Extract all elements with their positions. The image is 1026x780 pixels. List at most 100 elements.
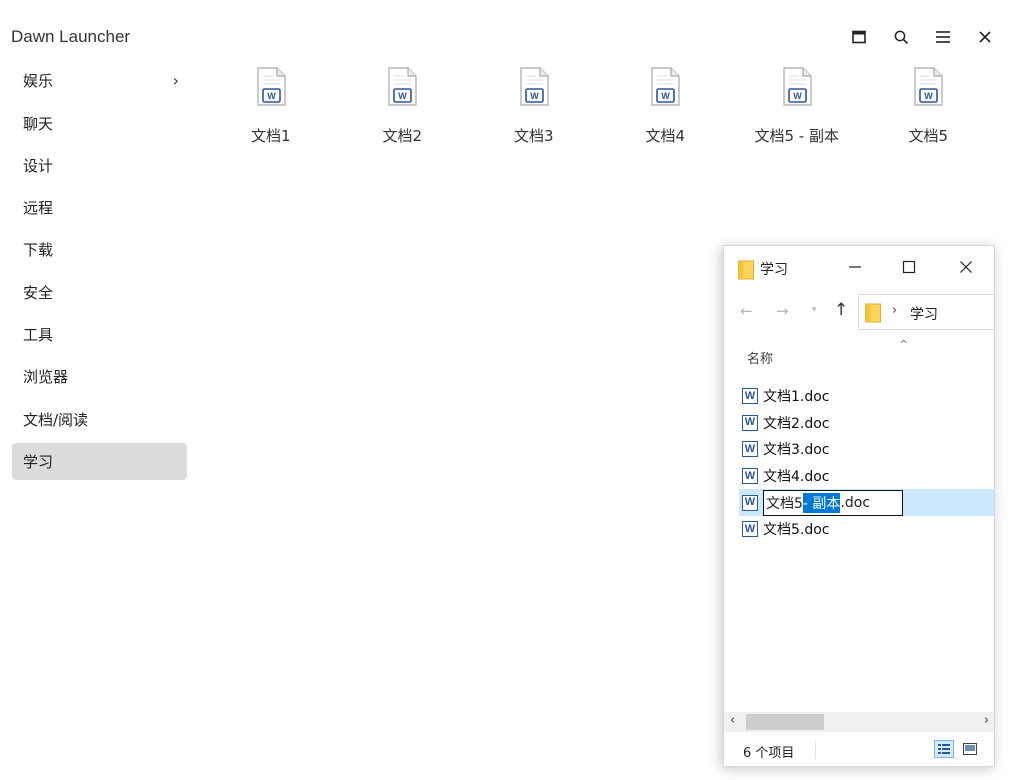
sidebar-item-label: 浏览器 — [23, 368, 69, 387]
file-row-renaming[interactable]: W 文档5 - 副本 .doc — [739, 489, 994, 516]
maximize-button[interactable] — [896, 255, 922, 279]
sidebar-item[interactable]: 工具 — [12, 316, 187, 354]
document-tile[interactable]: W 文档5 - 副本 — [731, 67, 863, 146]
rename-text-after: .doc — [840, 494, 871, 511]
search-button[interactable] — [890, 26, 912, 48]
close-button[interactable] — [974, 26, 996, 48]
word-document-icon: W — [520, 67, 549, 106]
sidebar-item-label: 聊天 — [23, 114, 54, 133]
svg-text:W: W — [662, 91, 671, 101]
status-bar: 6 个项目 — [724, 732, 994, 766]
svg-text:W: W — [530, 91, 539, 101]
file-row[interactable]: W 文档1.doc — [742, 383, 994, 410]
hamburger-menu-icon — [936, 31, 950, 43]
word-document-icon: W — [388, 67, 417, 106]
close-icon — [960, 261, 972, 273]
maximize-icon — [902, 260, 916, 274]
forward-arrow-icon[interactable]: → — [776, 302, 789, 320]
file-name: 文档4.doc — [763, 469, 830, 486]
sidebar-item[interactable]: 远程 — [12, 189, 187, 227]
sidebar-item[interactable]: 文档/阅读 — [12, 400, 187, 438]
large-icons-view-icon — [963, 743, 977, 755]
file-row[interactable]: W 文档5.doc — [742, 516, 994, 543]
document-tile[interactable]: W 文档2 — [337, 67, 469, 146]
item-grid: W 文档1 W 文档2 W 文档3 W 文档4 W 文档5 - 副本 W 文档5 — [205, 67, 994, 146]
sidebar-item[interactable]: 设计 — [12, 147, 187, 185]
sidebar-item-label: 娱乐 — [23, 72, 54, 91]
file-explorer-window: 学习 ← → ▾ ↑ › 学习 ^ 名称 W 文档1.doc W 文档2.doc — [723, 245, 995, 767]
document-tile[interactable]: W 文档5 — [863, 67, 995, 146]
address-bar[interactable]: › 学习 — [858, 294, 994, 330]
rename-text-selected: - 副本 — [802, 492, 841, 513]
menu-button[interactable] — [932, 26, 954, 48]
file-name: 文档1.doc — [763, 389, 830, 406]
details-view-icon — [938, 744, 950, 754]
window-controls — [848, 26, 996, 48]
document-tile-label: 文档5 — [908, 127, 949, 145]
file-list: W 文档1.doc W 文档2.doc W 文档3.doc W 文档4.doc … — [739, 383, 994, 543]
search-icon — [894, 30, 908, 44]
document-tile[interactable]: W 文档4 — [600, 67, 732, 146]
back-arrow-icon[interactable]: ← — [740, 302, 753, 320]
file-row[interactable]: W 文档3.doc — [742, 436, 994, 463]
details-view-button[interactable] — [934, 740, 954, 758]
word-doc-icon: W — [742, 388, 758, 405]
horizontal-scrollbar[interactable]: ‹ › — [724, 712, 994, 732]
document-tile-label: 文档1 — [250, 127, 291, 145]
file-name: 文档2.doc — [763, 415, 830, 432]
word-doc-icon: W — [742, 468, 758, 485]
scroll-left-icon[interactable]: ‹ — [730, 713, 735, 728]
word-doc-icon: W — [742, 494, 758, 511]
sort-caret-icon: ^ — [899, 338, 909, 351]
column-header-name[interactable]: 名称 — [747, 348, 773, 367]
item-count: 6 个项目 — [743, 746, 795, 761]
document-tile-label: 文档4 — [645, 127, 686, 145]
app-title: Dawn Launcher — [11, 27, 131, 46]
file-name: 文档5.doc — [763, 522, 830, 539]
explorer-nav-bar: ← → ▾ ↑ › 学习 — [724, 294, 994, 330]
maximize-button[interactable] — [848, 26, 870, 48]
explorer-titlebar[interactable]: 学习 — [724, 246, 994, 290]
recent-locations-chevron-icon[interactable]: ▾ — [812, 305, 817, 315]
sidebar-item[interactable]: 下载 — [12, 231, 187, 269]
svg-text:W: W — [267, 91, 276, 101]
rename-input[interactable]: 文档5 - 副本 .doc — [763, 489, 903, 516]
document-tile[interactable]: W 文档3 — [468, 67, 600, 146]
address-path: 学习 — [910, 307, 938, 323]
sidebar-item-label: 学习 — [23, 452, 54, 471]
breadcrumb-separator-icon: › — [892, 303, 898, 318]
chevron-right-icon[interactable]: › — [173, 71, 179, 90]
word-doc-icon: W — [742, 521, 758, 538]
explorer-title: 学习 — [760, 262, 788, 278]
document-tile[interactable]: W 文档1 — [205, 67, 337, 146]
sidebar-item[interactable]: 安全 — [12, 273, 187, 311]
document-tile-label: 文档2 — [382, 127, 423, 145]
file-row[interactable]: W 文档4.doc — [742, 463, 994, 490]
scrollbar-thumb[interactable] — [746, 714, 824, 730]
status-divider — [815, 741, 816, 759]
word-document-icon: W — [651, 67, 680, 106]
word-document-icon: W — [914, 67, 943, 106]
sidebar-item[interactable]: 浏览器 — [12, 358, 187, 396]
sidebar-item[interactable]: 娱乐 › — [12, 62, 187, 100]
large-icons-view-button[interactable] — [961, 740, 979, 758]
up-arrow-icon[interactable]: ↑ — [834, 300, 848, 320]
svg-text:W: W — [793, 91, 802, 101]
sidebar-item[interactable]: 聊天 — [12, 104, 187, 142]
folder-icon — [738, 260, 754, 280]
sidebar-item-label: 安全 — [23, 283, 54, 302]
file-name: 文档3.doc — [763, 442, 830, 459]
word-doc-icon: W — [742, 441, 758, 458]
file-row[interactable]: W 文档2.doc — [742, 410, 994, 437]
folder-icon — [865, 303, 881, 323]
svg-text:W: W — [925, 91, 934, 101]
minimize-button[interactable] — [842, 255, 868, 279]
close-button[interactable] — [953, 255, 979, 279]
sidebar-item-label: 工具 — [23, 326, 54, 345]
word-document-icon: W — [257, 67, 286, 106]
scroll-right-icon[interactable]: › — [984, 713, 989, 728]
sidebar-item[interactable]: 学习 — [12, 442, 187, 481]
category-sidebar: 娱乐 › 聊天设计远程下载安全工具浏览器文档/阅读学习 — [12, 62, 187, 485]
sidebar-item-label: 文档/阅读 — [23, 410, 89, 429]
document-tile-label: 文档5 - 副本 — [754, 127, 840, 145]
